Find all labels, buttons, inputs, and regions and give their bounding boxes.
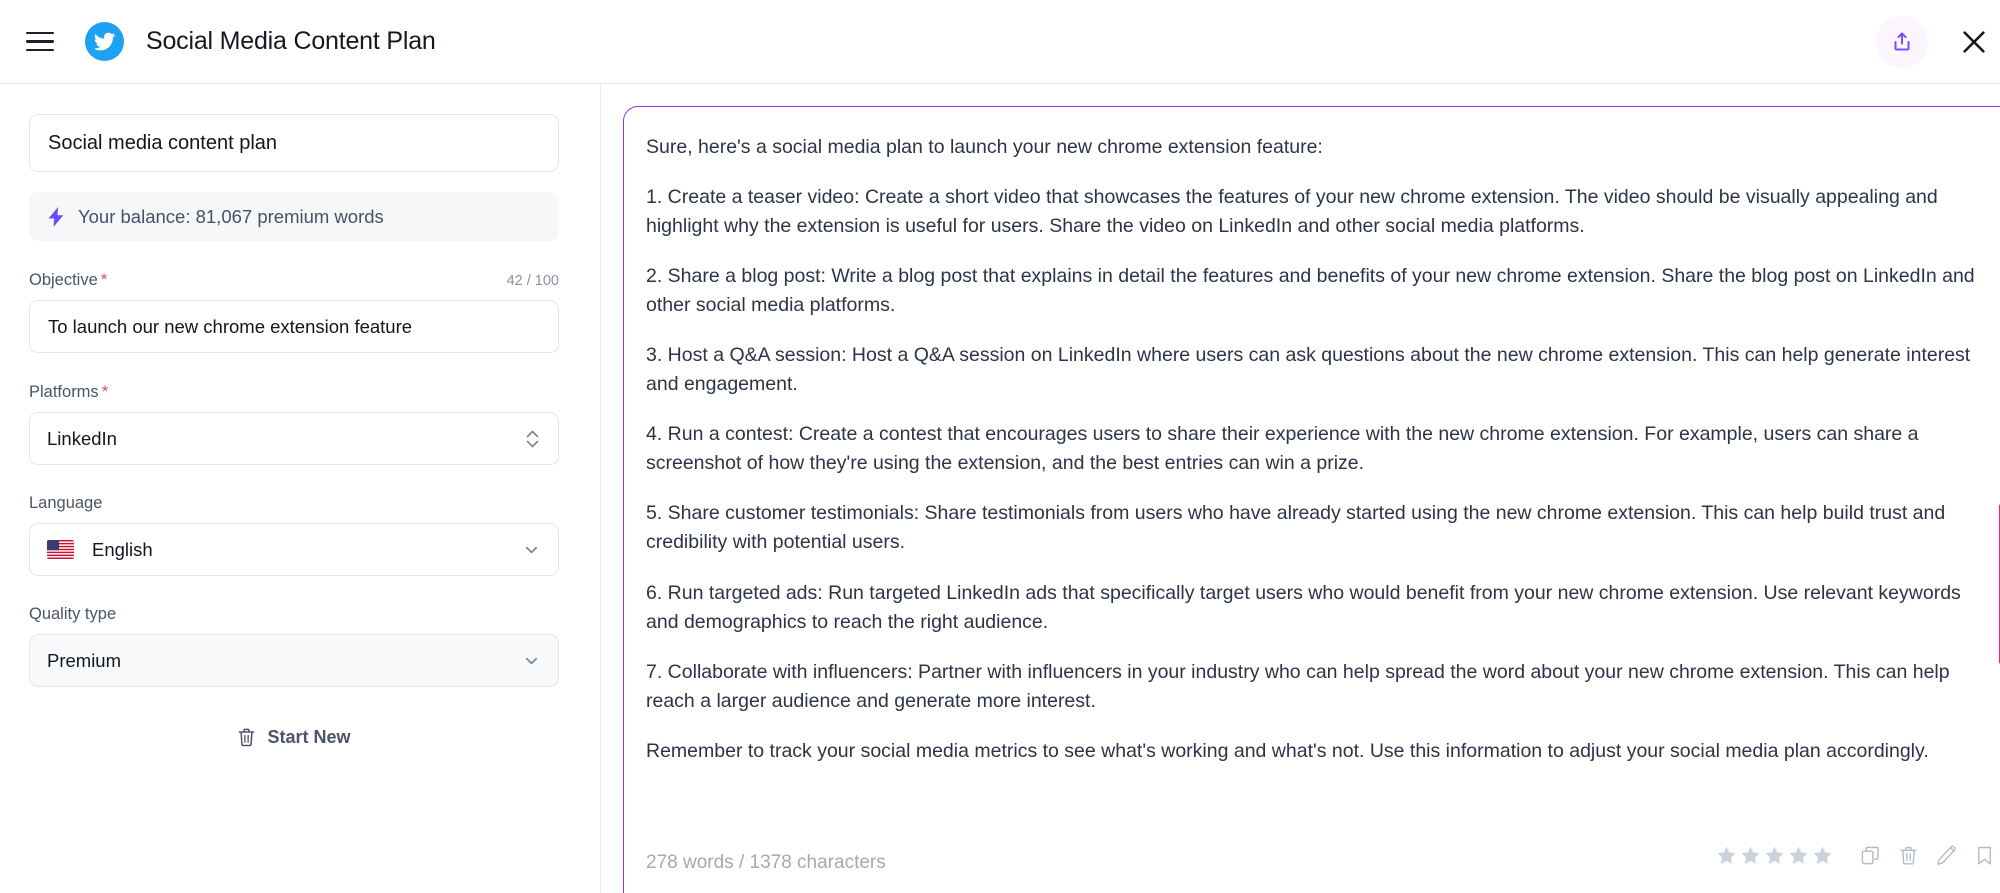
objective-char-counter: 42 / 100 [506,273,559,289]
share-button[interactable] [1876,16,1928,68]
start-new-label: Start New [267,727,351,747]
result-column: Sure, here's a social media plan to laun… [601,84,2000,893]
result-paragraph: 1. Create a teaser video: Create a short… [646,186,1938,238]
delete-button[interactable] [1889,840,1927,870]
hamburger-menu-icon[interactable] [26,27,56,57]
stepper-chevrons-icon [526,430,539,447]
star-icon[interactable] [1740,845,1761,866]
platforms-value: LinkedIn [47,427,117,449]
copy-button[interactable] [1851,840,1889,870]
result-paragraph: Remember to track your social media metr… [646,739,1929,762]
page-title: Social Media Content Plan [146,27,436,55]
app-header: Social Media Content Plan [0,0,2000,84]
balance-badge: Your balance: 81,067 premium words [29,192,559,241]
us-flag-icon [47,540,74,559]
quality-label: Quality type [29,605,117,623]
plan-title-input[interactable] [29,114,559,172]
star-icon[interactable] [1812,845,1833,866]
objective-field-header: Objective * 42 / 100 [29,270,559,290]
result-paragraph: Sure, here's a social media plan to laun… [646,136,1323,158]
close-button[interactable] [1952,20,1996,64]
quality-field-header: Quality type [29,605,559,624]
header-actions [1876,0,2000,84]
required-marker: * [100,270,108,289]
platforms-label: Platforms * [29,382,108,402]
main-body: Your balance: 81,067 premium words Objec… [0,84,2000,893]
chevron-down-icon [525,546,538,554]
platforms-field-header: Platforms * [29,382,559,402]
language-select[interactable]: English [29,523,559,576]
trash-icon [1899,846,1917,865]
share-upload-icon [1894,32,1910,51]
bookmark-button[interactable] [1965,840,2000,870]
objective-label-text: Objective [29,271,98,289]
result-paragraph: 6. Run targeted ads: Run targeted Linked… [646,581,1961,633]
trash-icon [239,728,255,747]
objective-input[interactable] [29,300,559,353]
required-marker: * [101,382,109,401]
result-card: Sure, here's a social media plan to laun… [623,106,2000,893]
chevron-down-icon [525,657,538,665]
language-field-header: Language [29,494,559,513]
result-paragraph: 5. Share customer testimonials: Share te… [646,502,1946,554]
twitter-bird-icon [85,22,124,61]
quality-value: Premium [47,649,122,671]
language-value: English [92,538,153,560]
platforms-label-text: Platforms [29,383,99,401]
edit-button[interactable] [1927,840,1965,870]
quality-select[interactable]: Premium [29,634,559,687]
star-icon[interactable] [1788,845,1809,866]
edit-pencil-icon [1936,845,1956,865]
result-paragraph: 3. Host a Q&A session: Host a Q&A sessio… [646,344,1971,396]
language-label: Language [29,494,103,512]
settings-sidebar: Your balance: 81,067 premium words Objec… [0,84,601,893]
star-icon[interactable] [1716,845,1737,866]
word-character-count: 278 words / 1378 characters [646,852,886,873]
result-paragraph: 7. Collaborate with influencers: Partner… [646,660,1950,712]
rating-stars[interactable] [1716,845,1833,866]
result-paragraph: 4. Run a contest: Create a contest that … [646,423,1919,475]
close-x-icon [1963,31,1985,53]
platforms-select[interactable]: LinkedIn [29,412,559,465]
copy-icon [1861,846,1879,864]
start-new-button[interactable]: Start New [29,727,559,748]
bookmark-icon [1977,846,1991,865]
lightning-bolt-icon [48,206,64,227]
objective-label: Objective * [29,270,107,290]
result-text-body: Sure, here's a social media plan to laun… [646,133,1976,766]
result-action-bar [1716,840,2000,870]
star-icon[interactable] [1764,845,1785,866]
result-paragraph: 2. Share a blog post: Write a blog post … [646,265,1975,317]
balance-text: Your balance: 81,067 premium words [78,205,384,227]
